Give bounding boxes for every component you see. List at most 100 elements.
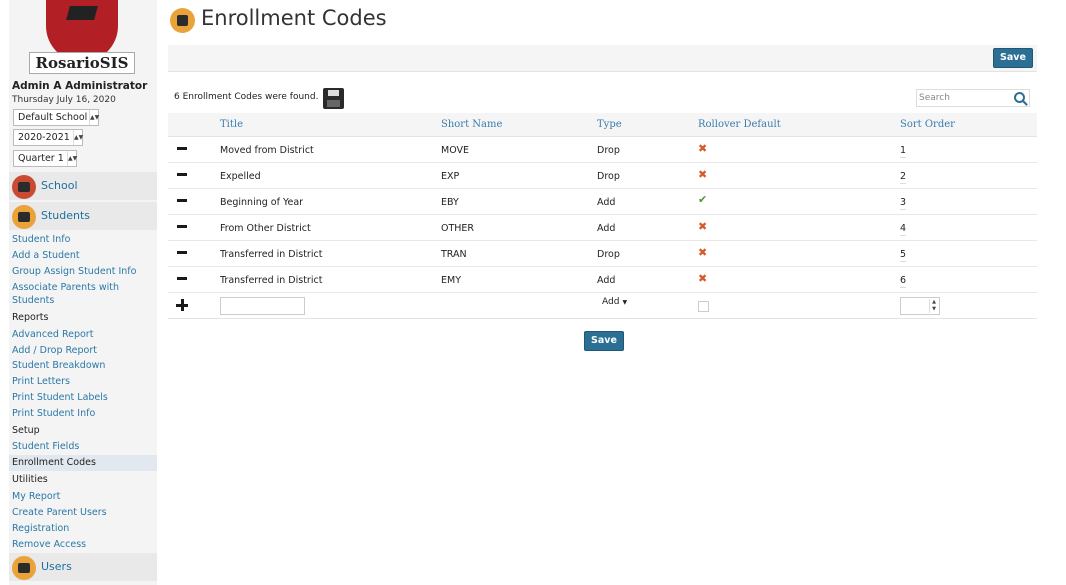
menu-students[interactable]: Students [9,202,157,230]
header-bar [168,45,1037,72]
rosariosis-logo[interactable]: RosarioSIS [9,0,157,76]
save-button-top[interactable]: Save [993,48,1033,68]
cell-type[interactable]: Add [597,197,615,208]
cell-title[interactable]: Expelled [220,171,261,182]
marking-period-select[interactable]: Quarter 1 ▲▼ [13,150,77,167]
menu-users[interactable]: Users [9,553,157,581]
sidebar-item-remove-access[interactable]: Remove Access [12,539,86,550]
sidebar-item-print-letters[interactable]: Print Letters [12,376,70,387]
remove-icon[interactable] [177,147,187,150]
cell-title[interactable]: Moved from District [220,145,314,156]
check-icon[interactable]: ✔ [698,193,707,206]
sidebar-item-add-student[interactable]: Add a Student [12,250,80,261]
cell-short-name[interactable]: EMY [441,275,461,286]
cell-type[interactable]: Drop [597,145,620,156]
cell-sort-order[interactable]: 1 [900,145,907,158]
cell-title[interactable]: Beginning of Year [220,197,303,208]
cell-sort-order[interactable]: 4 [900,223,907,236]
table-row: Moved from District MOVE Drop ✖ 1 [168,137,1037,163]
sidebar-item-student-fields[interactable]: Student Fields [12,441,79,452]
new-type-select[interactable]: Add ▼ [602,297,627,307]
cell-type[interactable]: Drop [597,249,620,260]
cell-short-name[interactable]: EXP [441,171,459,182]
remove-icon[interactable] [177,173,187,176]
cell-title[interactable]: From Other District [220,223,311,234]
cell-sort-order[interactable]: 5 [900,249,907,262]
users-icon [12,556,36,580]
sidebar-item-associate-parents[interactable]: Associate Parents with [12,282,119,293]
sidebar-item-student-breakdown[interactable]: Student Breakdown [12,360,105,371]
sidebar-item-create-parent-users[interactable]: Create Parent Users [12,507,107,518]
school-year-select[interactable]: 2020-2021 ▲▼ [13,129,83,146]
x-icon[interactable]: ✖ [698,246,707,259]
sidebar-item-enrollment-codes[interactable]: Enrollment Codes [12,457,96,468]
new-rollover-checkbox[interactable] [698,301,709,312]
search-input[interactable] [919,91,1009,105]
remove-icon[interactable] [177,225,187,228]
school-icon [12,175,36,199]
cell-title[interactable]: Transferred in District [220,275,322,286]
spinner-icon: ▲ ▼ [929,299,938,313]
students-icon [12,205,36,229]
remove-icon[interactable] [177,199,187,202]
table-row: Transferred in District TRAN Drop ✖ 5 [168,241,1037,267]
add-icon[interactable] [176,299,188,311]
sidebar-item-associate-parents-cont[interactable]: Students [12,295,54,306]
new-sort-order-input[interactable]: ▲ ▼ [900,297,940,315]
save-disk-icon[interactable] [323,88,344,109]
sidebar-item-add-drop-report[interactable]: Add / Drop Report [12,345,97,356]
cell-type[interactable]: Add [597,275,615,286]
cell-short-name[interactable]: EBY [441,197,459,208]
sidebar-category-setup: Setup [12,425,40,436]
school-select[interactable]: Default School ▲▼ [13,109,99,126]
cell-title[interactable]: Transferred in District [220,249,322,260]
sidebar-item-registration[interactable]: Registration [12,523,69,534]
results-count: 6 Enrollment Codes were found. [174,92,319,102]
search-icon[interactable] [1014,92,1025,103]
chevron-down-icon: ▲▼ [89,110,99,125]
table-body: Moved from District MOVE Drop ✖ 1 Expelled EXP… [168,137,1037,293]
chevron-down-icon: ▲▼ [73,130,83,145]
cell-sort-order[interactable]: 2 [900,171,907,184]
header-rollover-default[interactable]: Rollover Default [698,119,781,130]
sidebar-item-advanced-report[interactable]: Advanced Report [12,329,93,340]
sidebar-item-group-assign[interactable]: Group Assign Student Info [12,266,136,277]
table-row: Transferred in District EMY Add ✖ 6 [168,267,1037,293]
sidebar-item-student-info[interactable]: Student Info [12,234,70,245]
header-short-name[interactable]: Short Name [441,119,502,130]
students-icon [170,8,195,33]
remove-icon[interactable] [177,251,187,254]
menu-school[interactable]: School [9,172,157,200]
table-row: From Other District OTHER Add ✖ 4 [168,215,1037,241]
cell-sort-order[interactable]: 6 [900,275,907,288]
chevron-down-icon: ▼ [622,299,628,306]
cell-short-name[interactable]: TRAN [441,249,467,260]
remove-icon[interactable] [177,277,187,280]
cell-type[interactable]: Add [597,223,615,234]
current-date: Thursday July 16, 2020 [12,95,116,105]
logo-text: RosarioSIS [29,52,135,74]
cell-type[interactable]: Drop [597,171,620,182]
x-icon[interactable]: ✖ [698,142,707,155]
save-button-bottom[interactable]: Save [584,331,624,351]
search-box [916,89,1030,107]
table-header: Title Short Name Type Rollover Default S… [168,113,1037,137]
cell-short-name[interactable]: OTHER [441,223,474,234]
user-name: Admin A Administrator [12,80,148,92]
sidebar-item-print-labels[interactable]: Print Student Labels [12,392,108,403]
sidebar: RosarioSIS Admin A Administrator Thursda… [9,0,157,585]
sidebar-item-print-student-info[interactable]: Print Student Info [12,408,95,419]
sidebar-category-reports: Reports [12,312,49,323]
header-title[interactable]: Title [220,119,243,130]
x-icon[interactable]: ✖ [698,168,707,181]
header-sort-order[interactable]: Sort Order [900,119,955,130]
new-title-input[interactable] [220,297,305,315]
x-icon[interactable]: ✖ [698,220,707,233]
x-icon[interactable]: ✖ [698,272,707,285]
cell-short-name[interactable]: MOVE [441,145,469,156]
table-row: Expelled EXP Drop ✖ 2 [168,163,1037,189]
header-type[interactable]: Type [597,119,622,130]
sidebar-item-my-report[interactable]: My Report [12,491,60,502]
cell-sort-order[interactable]: 3 [900,197,907,210]
table-row: Beginning of Year EBY Add ✔ 3 [168,189,1037,215]
